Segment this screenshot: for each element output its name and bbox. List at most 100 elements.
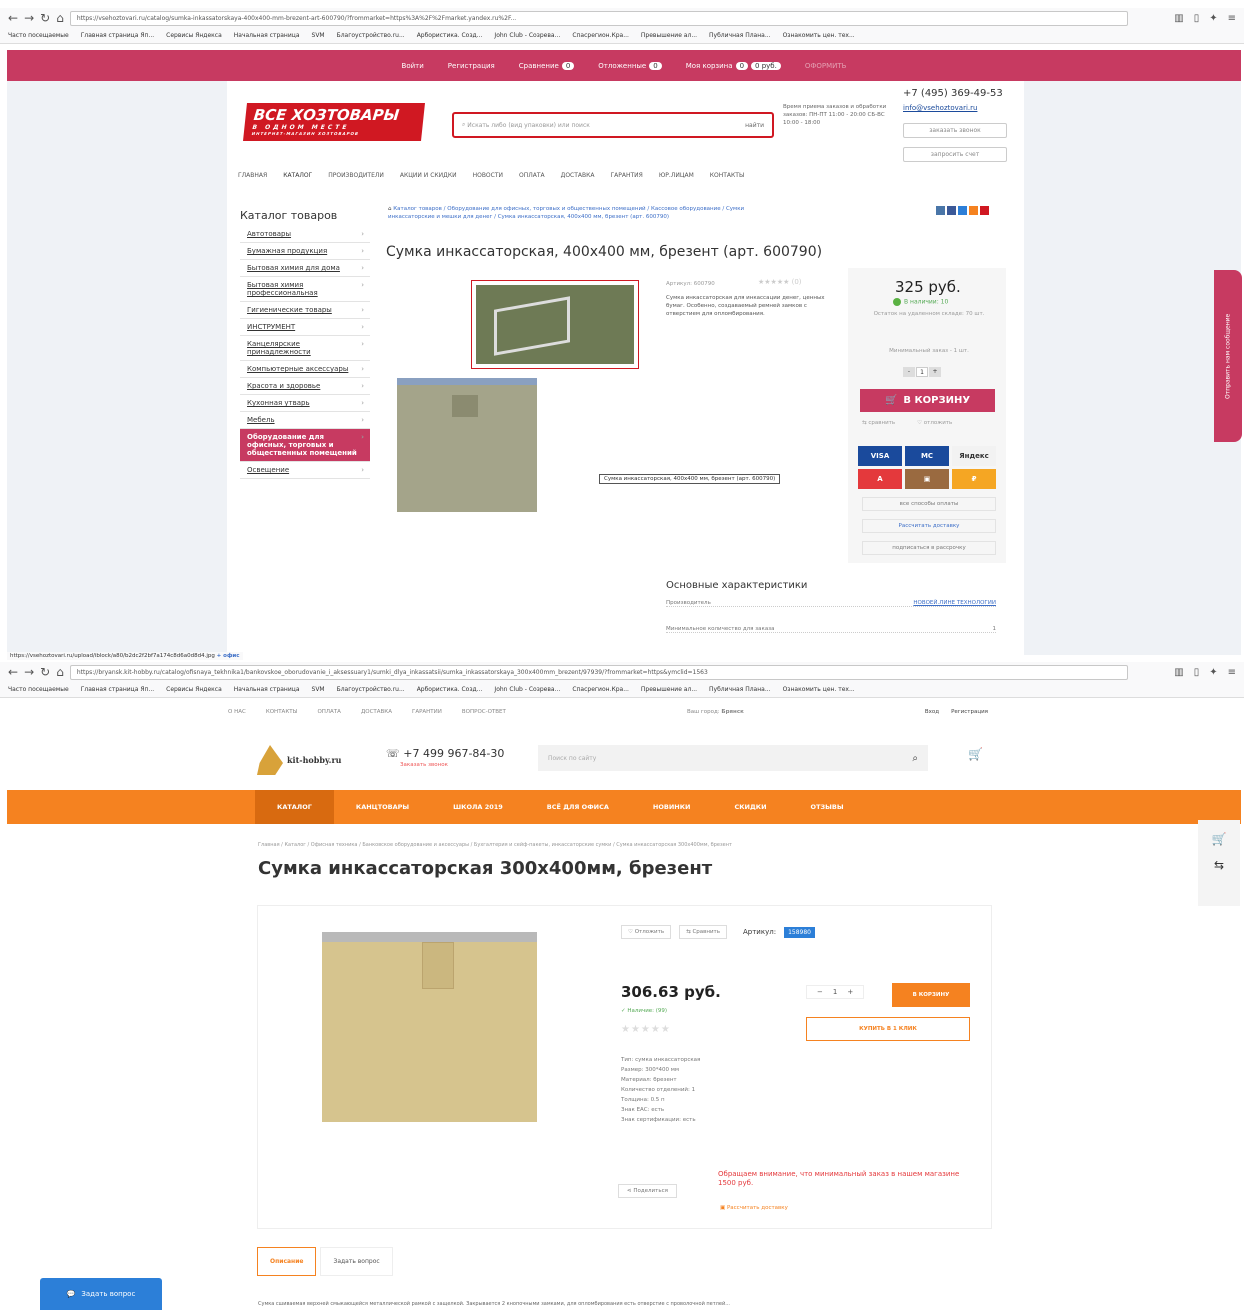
cart-icon[interactable]: 🛒 <box>968 747 983 761</box>
favorites-link[interactable]: Отложенные 0 <box>598 61 662 70</box>
plus-button[interactable]: + <box>847 988 853 996</box>
calc-delivery-link[interactable]: Рассчитать доставку <box>862 519 996 533</box>
bookmark[interactable]: Спасрегион.Кра... <box>572 686 629 693</box>
bookmark[interactable]: Превышение ал... <box>641 32 697 39</box>
category-item[interactable]: Компьютерные аксессуары <box>240 361 370 378</box>
all-payment-link[interactable]: все способы оплаты <box>862 497 996 511</box>
bookmark[interactable]: Ознакомить цен. тех... <box>783 32 855 39</box>
login-link[interactable]: Войти <box>402 62 424 70</box>
callback-link[interactable]: Заказать звонок <box>400 762 448 768</box>
bookmark[interactable]: Ознакомить цен. тех... <box>783 686 855 693</box>
breadcrumb[interactable]: ⌂ Каталог товаров / Оборудование для офи… <box>388 205 788 221</box>
product-thumbnail[interactable] <box>471 280 639 369</box>
message-side-tab[interactable]: Отправить нам сообщение <box>1214 270 1242 442</box>
topnav-item[interactable]: О НАС <box>228 709 246 715</box>
calc-delivery-link[interactable]: ▣ Рассчитать доставку <box>720 1205 788 1211</box>
nav-item[interactable]: КАТАЛОГ <box>255 790 334 824</box>
extension-icon[interactable]: ✦ <box>1209 13 1217 24</box>
product-image[interactable] <box>322 932 537 1122</box>
register-link[interactable]: Регистрация <box>448 62 495 70</box>
bookmark[interactable]: Главная страница Яп... <box>81 32 154 39</box>
category-item[interactable]: Красота и здоровье <box>240 378 370 395</box>
topnav-item[interactable]: ДОСТАВКА <box>361 709 392 715</box>
plus-button[interactable]: + <box>929 367 941 377</box>
tab-description[interactable]: Описание <box>257 1247 317 1276</box>
bookmark[interactable]: Начальная страница <box>234 32 300 39</box>
extension-icon[interactable]: ✦ <box>1209 667 1217 678</box>
bookmark[interactable]: Превышение ал... <box>641 686 697 693</box>
bookmark[interactable]: Сервисы Яндекса <box>166 686 222 693</box>
category-item[interactable]: Канцелярские принадлежности <box>240 336 370 361</box>
compare-link[interactable]: Сравнение 0 <box>519 61 575 70</box>
site1-search-input[interactable]: ⌕ Искать либо (вид упаковки) или поиск на… <box>452 112 774 138</box>
category-item[interactable]: Кухонная утварь <box>240 395 370 412</box>
defer-link[interactable]: ♡ отложить <box>917 420 952 426</box>
bookmark[interactable]: Арбористика. Созд... <box>417 32 483 39</box>
qty-input[interactable]: 1 <box>833 988 837 996</box>
menu-item[interactable]: ПРОИЗВОДИТЕЛИ <box>328 172 384 179</box>
quantity-stepper[interactable]: − 1 + <box>806 985 865 999</box>
cart-icon[interactable]: 🛒 <box>1198 832 1240 846</box>
topnav-item[interactable]: ГАРАНТИИ <box>412 709 442 715</box>
checkout-button[interactable]: ОФОРМИТЬ <box>805 62 847 70</box>
menu-item[interactable]: ЮР.ЛИЦАМ <box>659 172 694 179</box>
menu-icon[interactable]: ≡ <box>1228 13 1236 24</box>
menu-item[interactable]: АКЦИИ И СКИДКИ <box>400 172 457 179</box>
nav-item[interactable]: СКИДКИ <box>712 790 788 824</box>
category-item[interactable]: Мебель <box>240 412 370 429</box>
forward-icon[interactable]: → <box>24 665 34 679</box>
menu-item[interactable]: КОНТАКТЫ <box>710 172 744 179</box>
vk-icon[interactable] <box>936 206 945 215</box>
category-item[interactable]: Бытовая химия профессиональная <box>240 277 370 302</box>
qty-input[interactable]: 1 <box>916 367 928 377</box>
sidebar-icon[interactable]: ▯ <box>1194 667 1200 678</box>
add-to-cart-button[interactable]: 🛒 В КОРЗИНУ <box>860 389 995 412</box>
add-to-cart-button[interactable]: В КОРЗИНУ <box>892 983 970 1007</box>
ask-question-button[interactable]: 💬 Задать вопрос <box>40 1278 162 1310</box>
menu-icon[interactable]: ≡ <box>1228 667 1236 678</box>
nav-item[interactable]: КАНЦТОВАРЫ <box>334 790 431 824</box>
bookmark[interactable]: Благоустройство.ru... <box>337 686 405 693</box>
city-selector[interactable]: Ваш город: Брянск <box>687 709 744 715</box>
address-bar[interactable]: https://vsehoztovari.ru/catalog/sumka-in… <box>69 10 1129 26</box>
bookmark[interactable]: Публичная Плана... <box>709 686 771 693</box>
menu-item[interactable]: ГЛАВНАЯ <box>238 172 267 179</box>
category-item[interactable]: Автотовары <box>240 226 370 243</box>
nav-item[interactable]: ВСЁ ДЛЯ ОФИСА <box>525 790 631 824</box>
mail-icon[interactable] <box>980 206 989 215</box>
menu-item[interactable]: ГАРАНТИЯ <box>610 172 642 179</box>
home-icon[interactable]: ⌂ <box>56 665 64 679</box>
topnav-item[interactable]: КОНТАКТЫ <box>266 709 298 715</box>
bookmark[interactable]: Часто посещаемые <box>8 32 69 39</box>
bookmark[interactable]: Арбористика. Созд... <box>417 686 483 693</box>
bookmark[interactable]: John Club - Созрева... <box>494 686 560 693</box>
nav-item[interactable]: ОТЗЫВЫ <box>789 790 866 824</box>
installment-link[interactable]: подписаться в рассрочку <box>862 541 996 555</box>
topnav-item[interactable]: ВОПРОС-ОТВЕТ <box>462 709 506 715</box>
minus-button[interactable]: - <box>903 367 915 377</box>
quantity-stepper[interactable]: -1 + <box>903 367 941 377</box>
menu-item[interactable]: НОВОСТИ <box>473 172 503 179</box>
forward-icon[interactable]: → <box>24 11 34 25</box>
site1-email[interactable]: info@vsehoztovari.ru <box>903 104 977 112</box>
cart-link[interactable]: Моя корзина 0 0 руб. <box>686 61 781 70</box>
breadcrumb[interactable]: Главная / Каталог / Офисная техника / Ба… <box>258 842 732 848</box>
rating-stars[interactable]: ★★★★★ <box>621 1024 671 1035</box>
bookmark[interactable]: Публичная Плана... <box>709 32 771 39</box>
address-bar[interactable]: https://bryansk.kit-hobby.ru/catalog/ofi… <box>69 664 1129 680</box>
menu-item[interactable]: ОПЛАТА <box>519 172 545 179</box>
compare-link[interactable]: ⇆ сравнить <box>862 420 895 426</box>
bookmark[interactable]: John Club - Созрева... <box>494 32 560 39</box>
bookmark[interactable]: SVM <box>312 686 325 693</box>
bookmark[interactable]: Спасрегион.Кра... <box>572 32 629 39</box>
menu-item[interactable]: КАТАЛОГ <box>283 172 312 179</box>
category-item[interactable]: ИНСТРУМЕНТ <box>240 319 370 336</box>
ok-icon[interactable] <box>958 206 967 215</box>
site1-logo[interactable]: ВСЕ ХОЗТОВАРЫ В ОДНОМ МЕСТЕ ИНТЕРНЕТ-МАГАЗ… <box>243 103 425 141</box>
reload-icon[interactable]: ↻ <box>40 11 50 25</box>
compare-button[interactable]: ⇆ Сравнить <box>679 925 727 939</box>
minus-button[interactable]: − <box>817 988 823 996</box>
bookmark[interactable]: Часто посещаемые <box>8 686 69 693</box>
category-item[interactable]: Гигиенические товары <box>240 302 370 319</box>
odnoklassniki-icon[interactable] <box>969 206 978 215</box>
